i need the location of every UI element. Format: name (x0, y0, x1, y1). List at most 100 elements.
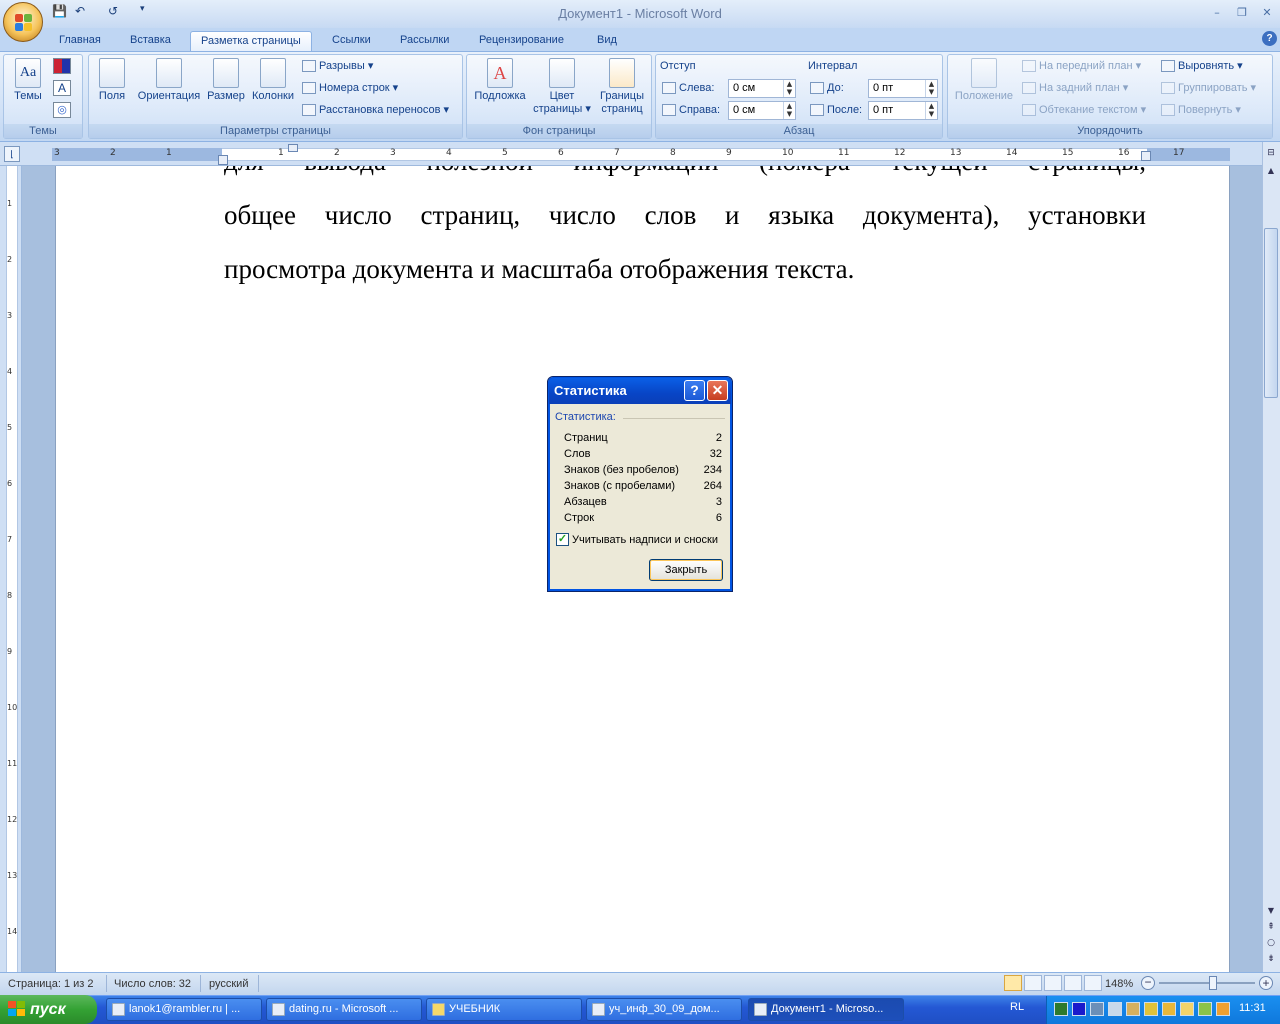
zoom-in-icon[interactable]: + (1259, 976, 1273, 990)
tray-antivirus-icon[interactable] (1216, 1002, 1230, 1016)
send-back-button[interactable]: На задний план ▾ (1022, 79, 1128, 97)
left-indent-marker[interactable] (218, 155, 228, 165)
text-wrap-button[interactable]: Обтекание текстом ▾ (1022, 101, 1146, 119)
language-status[interactable]: русский (209, 977, 248, 991)
ruler-number: 3 (390, 148, 396, 158)
breaks-button[interactable]: Разрывы ▾ (302, 57, 373, 75)
browse-object-icon[interactable]: ○ (1264, 938, 1278, 952)
tab-insert[interactable]: Вставка (120, 31, 181, 51)
tab-page-layout[interactable]: Разметка страницы (190, 31, 312, 51)
tray-update-icon[interactable] (1162, 1002, 1176, 1016)
document-line[interactable]: просмотра документа и масштаба отображен… (224, 254, 854, 285)
hyphenation-button[interactable]: Расстановка переносов ▾ (302, 101, 449, 119)
taskbar-item[interactable]: lanok1@rambler.ru | ... (106, 998, 262, 1021)
ruler-toggle-icon[interactable]: ⊟ (1264, 148, 1278, 164)
columns-button[interactable]: Колонки (249, 58, 297, 120)
office-button[interactable] (3, 2, 43, 42)
margins-button[interactable]: Поля (94, 58, 130, 120)
dialog-help-icon[interactable]: ? (684, 380, 705, 401)
taskbar-item-active[interactable]: Документ1 - Microso... (748, 998, 904, 1021)
group-objects-icon (1161, 82, 1175, 95)
first-line-indent-marker[interactable] (288, 144, 298, 152)
tray-messenger-icon[interactable] (1198, 1002, 1212, 1016)
spacing-after-input[interactable]: 0 пт ▲ ▼ (868, 101, 938, 120)
page-borders-button[interactable]: Границы страниц (596, 58, 648, 120)
document-line[interactable]: общее число страниц, число слов и языка … (224, 200, 1146, 231)
size-button[interactable]: Размер (206, 58, 246, 120)
dialog-close-icon[interactable]: ✕ (707, 380, 728, 401)
tray-security-icon[interactable] (1144, 1002, 1158, 1016)
group-objects-button[interactable]: Группировать ▾ (1161, 79, 1256, 97)
ruler-track[interactable] (52, 148, 1230, 161)
zoom-out-icon[interactable]: − (1141, 976, 1155, 990)
help-icon[interactable]: ? (1262, 31, 1277, 46)
indent-right-input[interactable]: 0 см ▲ ▼ (728, 101, 796, 120)
themes-button[interactable]: Aa Темы (8, 58, 48, 120)
scroll-up-icon[interactable]: ▲ (1264, 166, 1278, 180)
print-layout-view-icon[interactable] (1004, 975, 1022, 991)
tab-mailings[interactable]: Рассылки (390, 31, 459, 51)
spinner-icon[interactable]: ▲ ▼ (925, 80, 937, 97)
orientation-button[interactable]: Ориентация (134, 58, 204, 120)
stat-row: Строк 6 (564, 510, 722, 526)
theme-effects-icon[interactable]: ◎ (53, 102, 71, 118)
indent-left-input[interactable]: 0 см ▲ ▼ (728, 79, 796, 98)
right-indent-marker[interactable] (1141, 151, 1151, 161)
outline-view-icon[interactable] (1064, 975, 1082, 991)
tray-media-icon[interactable] (1072, 1002, 1086, 1016)
ruler-number: 17 (1173, 148, 1185, 158)
page-color-icon (549, 58, 575, 88)
close-window-icon[interactable]: ✕ (1256, 6, 1278, 20)
zoom-slider-track[interactable] (1159, 982, 1255, 984)
draft-view-icon[interactable] (1084, 975, 1102, 991)
watermark-button[interactable]: A Подложка (472, 58, 528, 120)
spinner-icon[interactable]: ▲ ▼ (925, 102, 937, 119)
tray-network-icon[interactable] (1090, 1002, 1104, 1016)
bring-front-label: На передний план (1039, 60, 1133, 72)
taskbar-item[interactable]: УЧЕБНИК (426, 998, 582, 1021)
send-back-icon (1022, 82, 1036, 95)
word-count-status[interactable]: Число слов: 32 (114, 977, 191, 991)
vertical-ruler-track[interactable] (6, 166, 18, 972)
spinner-icon[interactable]: ▲ ▼ (783, 80, 795, 97)
spacing-before-input[interactable]: 0 пт ▲ ▼ (868, 79, 938, 98)
restore-icon[interactable]: ❐ (1231, 6, 1253, 20)
spinner-icon[interactable]: ▲ ▼ (783, 102, 795, 119)
page-count-status[interactable]: Страница: 1 из 2 (8, 977, 94, 991)
align-button[interactable]: Выровнять ▾ (1161, 57, 1243, 75)
theme-colors-icon[interactable] (53, 58, 71, 74)
page-color-button[interactable]: Цвет страницы ▾ (532, 58, 592, 120)
web-layout-icon[interactable] (1044, 975, 1062, 991)
tab-selector-icon[interactable]: ⌊ (4, 146, 20, 162)
tab-view[interactable]: Вид (587, 31, 627, 51)
columns-icon (260, 58, 286, 88)
prev-page-icon[interactable]: ⇞ (1264, 922, 1278, 936)
tab-review[interactable]: Рецензирование (469, 31, 574, 51)
minimize-icon[interactable]: – (1206, 6, 1228, 20)
include-footnotes-checkbox[interactable]: ✓ (556, 533, 569, 546)
scroll-thumb[interactable] (1264, 228, 1278, 398)
tab-home[interactable]: Главная (49, 31, 111, 51)
tray-folder-icon[interactable] (1180, 1002, 1194, 1016)
include-footnotes-label[interactable]: Учитывать надписи и сноски (572, 532, 718, 548)
vruler-number: 8 (7, 591, 13, 600)
position-button[interactable]: Положение (951, 58, 1017, 120)
close-button[interactable]: Закрыть (649, 559, 723, 581)
tray-volume-icon[interactable] (1108, 1002, 1122, 1016)
tray-shield-icon[interactable] (1126, 1002, 1140, 1016)
rotate-button[interactable]: Повернуть ▾ (1161, 101, 1241, 119)
scroll-down-icon[interactable]: ▼ (1264, 906, 1278, 920)
line-numbers-button[interactable]: Номера строк ▾ (302, 79, 398, 97)
next-page-icon[interactable]: ⇟ (1264, 954, 1278, 968)
taskbar-item[interactable]: dating.ru - Microsoft ... (266, 998, 422, 1021)
taskbar-item[interactable]: уч_инф_30_09_дом... (586, 998, 742, 1021)
tray-app-icon[interactable] (1054, 1002, 1068, 1016)
full-screen-reading-icon[interactable] (1024, 975, 1042, 991)
tab-references[interactable]: Ссылки (322, 31, 381, 51)
theme-fonts-icon[interactable]: A (53, 80, 71, 96)
bring-front-button[interactable]: На передний план ▾ (1022, 57, 1141, 75)
zoom-slider-thumb[interactable] (1209, 976, 1217, 990)
input-language[interactable]: RL (1010, 1001, 1024, 1013)
clock[interactable]: 11:31 (1239, 1002, 1266, 1014)
zoom-level[interactable]: 148% (1105, 977, 1137, 991)
